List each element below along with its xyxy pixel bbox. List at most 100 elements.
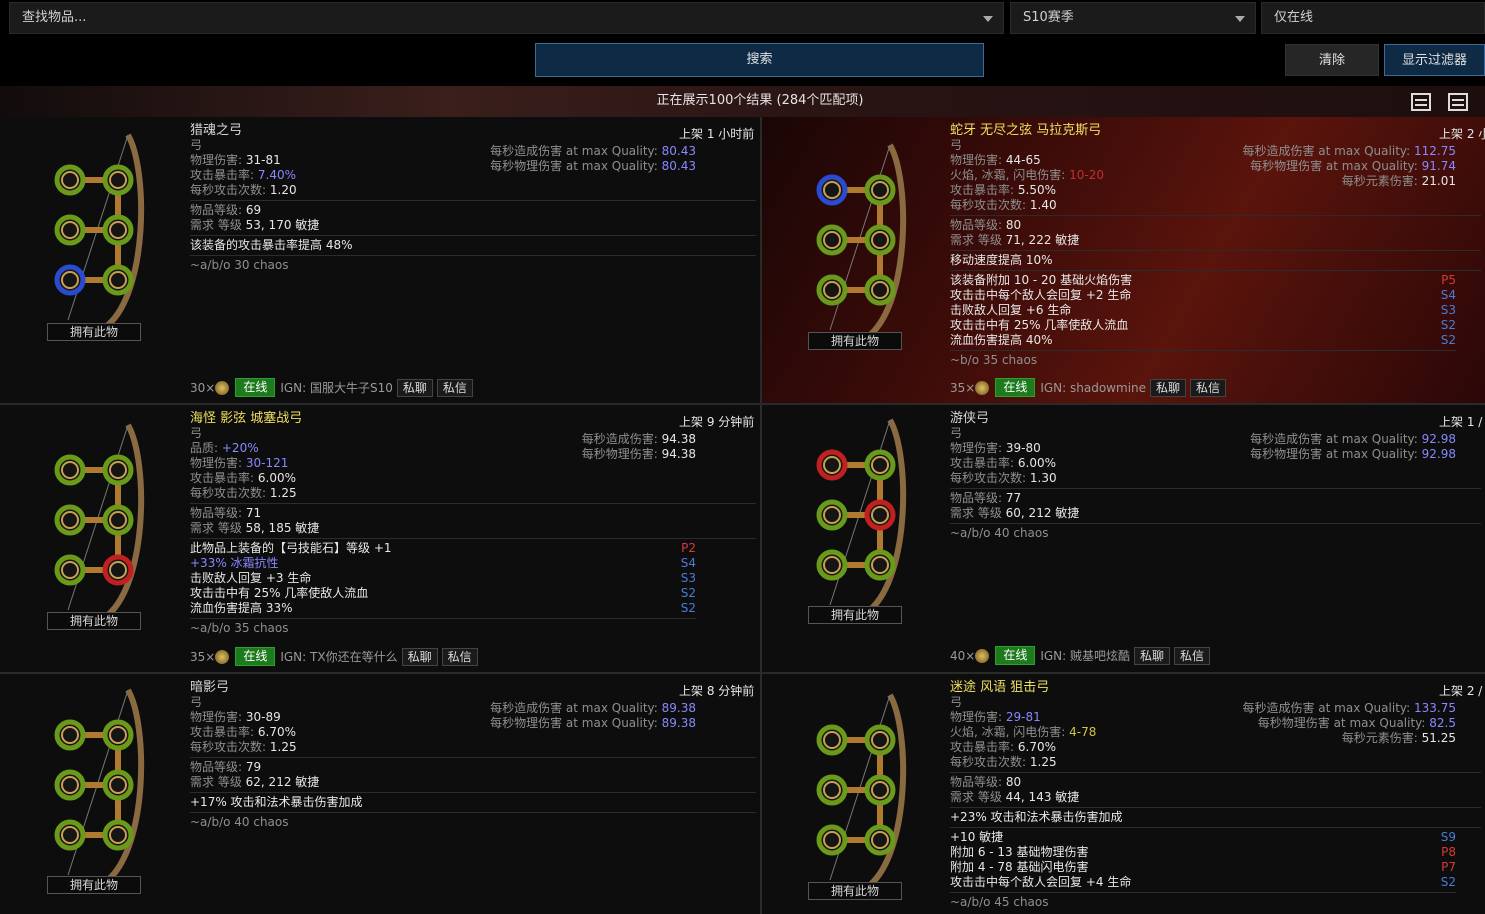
own-this-button[interactable]: 拥有此物 (808, 606, 902, 624)
mod-tier: S2 (1440, 318, 1456, 332)
item-title[interactable]: 迷途 风语 狙击弓 (950, 680, 1481, 695)
stat-label: 物理伤害: (190, 710, 243, 724)
mod-text: 该装备附加 10 - 20 基础火焰伤害 (950, 273, 1133, 287)
divider (950, 892, 1456, 893)
stat-value: 39-80 (1005, 441, 1041, 455)
item-title[interactable]: 游侠弓 (950, 411, 1481, 426)
implicit-mod: +23% 攻击和法术暴击伤害加成 (950, 810, 1123, 824)
explicit-mod: 流血伤害提高 40% S2 (950, 333, 1456, 348)
stat-label: 攻击暴击率: (190, 725, 255, 739)
column-divider (760, 117, 762, 914)
socket (54, 819, 86, 851)
socket (102, 504, 134, 536)
socket (102, 264, 134, 296)
stat-label: 每秒攻击次数: (190, 486, 267, 500)
dps-value: 133.75 (1414, 701, 1456, 715)
stat-value: 1.40 (1029, 198, 1057, 212)
socket (54, 504, 86, 536)
mod-text: 击败敌人回复 +6 生命 (950, 303, 1072, 317)
search-button[interactable]: 搜索 (535, 43, 984, 77)
requirement-value: 58, 185 敏捷 (245, 521, 320, 535)
whisper-button[interactable]: 私聊 (1150, 378, 1187, 397)
clear-button[interactable]: 清除 (1285, 44, 1379, 76)
item-level-label: 物品等级: (190, 203, 243, 217)
dps-value: 94.38 (661, 447, 696, 461)
search-bar: 查找物品... S10赛季 仅在线 搜索 清除 显示过滤器 (0, 0, 1485, 86)
price-count: 30× (190, 380, 216, 395)
stat-label: 攻击暴击率: (950, 183, 1015, 197)
dps-value: 89.38 (661, 701, 696, 715)
chevron-down-icon[interactable] (983, 16, 993, 22)
item-search-input[interactable]: 查找物品... (9, 2, 1004, 34)
requirement-row: 需求 等级 62, 212 敏捷 (190, 775, 756, 790)
message-button[interactable]: 私信 (441, 647, 478, 666)
mod-tier: S4 (1440, 288, 1456, 302)
row-divider (0, 672, 1485, 674)
own-this-button[interactable]: 拥有此物 (47, 612, 141, 630)
row-divider (0, 403, 1485, 405)
collapse-icon[interactable] (1411, 93, 1431, 111)
bow-image (816, 143, 907, 338)
item-level-label: 物品等级: (190, 506, 243, 520)
dps-block: 每秒造成伤害 at max Quality: 89.38 每秒物理伤害 at ma… (490, 701, 696, 731)
price-count: 35× (950, 380, 976, 395)
item-title[interactable]: 蛇牙 无尽之弦 马拉克斯弓 (950, 123, 1481, 138)
stat-value: 1.25 (269, 486, 297, 500)
dps-row: 每秒造成伤害: 94.38 (582, 432, 696, 447)
league-select[interactable]: S10赛季 (1010, 2, 1256, 34)
dps-block: 每秒造成伤害 at max Quality: 112.75 每秒物理伤害 at m… (1242, 144, 1456, 189)
socket (54, 214, 86, 246)
whisper-button[interactable]: 私聊 (401, 647, 438, 666)
results-count: 正在展示100个结果 (284个匹配项) (656, 93, 864, 108)
bow-image (816, 693, 907, 888)
own-this-button[interactable]: 拥有此物 (808, 332, 902, 350)
stat-value: 1.30 (1029, 471, 1057, 485)
divider (190, 503, 756, 504)
message-button[interactable]: 私信 (1190, 378, 1227, 397)
mod-list: 此物品上装备的【弓技能石】等级 +1 P2 +33% 冰霜抗性 S4 击败敌人回复 +3… (190, 541, 696, 616)
chaos-orb-icon (215, 380, 230, 395)
requirement-label: 需求 等级 (950, 233, 1002, 247)
mod-text: 攻击击中有 25% 几率使敌人流血 (190, 586, 369, 600)
price-note: ~a/b/o 40 chaos (950, 526, 1049, 540)
whisper-button[interactable]: 私聊 (396, 378, 433, 397)
socket (816, 174, 848, 206)
item-level-label: 物品等级: (950, 491, 1003, 505)
message-button[interactable]: 私信 (436, 378, 473, 397)
mod-text: 此物品上装备的【弓技能石】等级 +1 (190, 541, 392, 555)
league-value: S10赛季 (1023, 10, 1074, 25)
mod-text: 击败敌人回复 +3 生命 (190, 571, 312, 585)
stat-value: 30-89 (245, 710, 281, 724)
own-this-button[interactable]: 拥有此物 (47, 876, 141, 894)
socket (816, 499, 848, 531)
own-this-button[interactable]: 拥有此物 (47, 323, 141, 341)
divider (950, 523, 1481, 524)
message-button[interactable]: 私信 (1174, 646, 1211, 665)
requirement-label: 需求 等级 (190, 218, 242, 232)
status-select[interactable]: 仅在线 (1261, 2, 1485, 34)
chaos-orb-icon (975, 648, 990, 663)
dps-row: 每秒物理伤害 at max Quality: 89.38 (490, 716, 696, 731)
mod-text: 流血伤害提高 33% (190, 601, 293, 615)
chevron-down-icon[interactable] (1235, 16, 1245, 22)
dps-row: 每秒造成伤害 at max Quality: 92.98 (1250, 432, 1456, 447)
item-level-label: 物品等级: (950, 775, 1003, 789)
divider (190, 618, 696, 619)
online-badge: 在线 (995, 646, 1036, 665)
seller-row: 35× 在线 IGN: TX你还在等什么 私聊 私信 (190, 647, 478, 667)
stat-value: 6.70% (1017, 740, 1056, 754)
item-level-value: 80 (1005, 775, 1022, 789)
item-title[interactable]: 暗影弓 (190, 680, 756, 695)
dps-value: 21.01 (1421, 174, 1456, 188)
price-note: ~a/b/o 40 chaos (190, 815, 289, 829)
item-title[interactable]: 猎魂之弓 (190, 123, 756, 138)
list-view-icon[interactable] (1448, 93, 1468, 111)
dps-label: 每秒物理伤害 at max Quality: (1250, 447, 1418, 461)
own-this-button[interactable]: 拥有此物 (808, 882, 902, 900)
item-title[interactable]: 海怪 影弦 城塞战弓 (190, 411, 756, 426)
show-filters-button[interactable]: 显示过滤器 (1384, 44, 1485, 76)
seller-ign: IGN: TX你还在等什么 (280, 650, 398, 664)
whisper-button[interactable]: 私聊 (1134, 646, 1171, 665)
seller-row: 35× 在线 IGN: shadowmine 私聊 私信 (950, 378, 1227, 398)
divider (190, 255, 756, 256)
